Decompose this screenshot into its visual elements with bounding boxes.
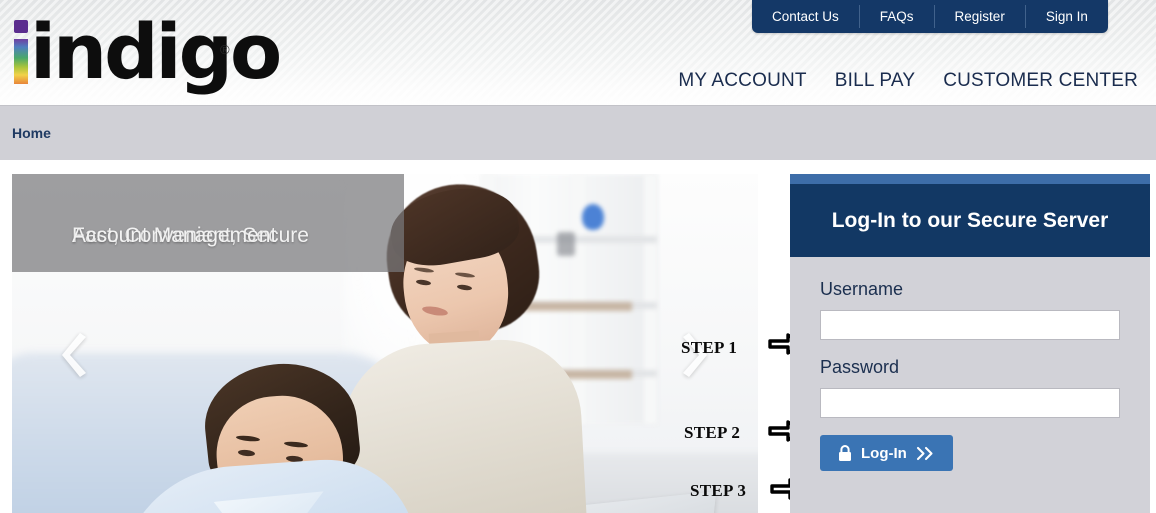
breadcrumb-item-home[interactable]: Home [12, 125, 51, 141]
annotation-step-2-label: STEP 2 [684, 423, 741, 442]
annotation-step-3-label: STEP 3 [690, 481, 747, 500]
username-label: Username [820, 279, 904, 299]
login-submit-button[interactable]: Log-In [820, 435, 953, 471]
login-panel-top-strip [790, 174, 1150, 184]
chevron-left-icon[interactable] [60, 332, 94, 378]
utility-nav-item-faqs[interactable]: FAQs [860, 0, 934, 33]
hero-caption: Fast, Convenient, Secure Account Managem… [12, 174, 404, 272]
photo-vase [582, 204, 604, 230]
lock-icon [838, 444, 852, 462]
utility-nav-item-contact-us[interactable]: Contact Us [752, 0, 859, 33]
login-panel: Log-In to our Secure Server Username Pas… [790, 174, 1150, 513]
annotation-step-1-label: STEP 1 [681, 338, 738, 357]
primary-nav-item-bill-pay[interactable]: BILL PAY [835, 70, 915, 92]
site-header: indigo ® Contact Us FAQs Register Sign I… [0, 0, 1156, 110]
brand-wordmark: indigo [30, 7, 282, 96]
breadcrumb-bar: Home [0, 105, 1156, 160]
main-content: Fast, Convenient, Secure Account Managem… [0, 160, 1156, 513]
login-panel-header: Log-In to our Secure Server [790, 184, 1150, 257]
hero-caption-line-2: Account Management [72, 224, 277, 247]
photo-jar [557, 232, 575, 256]
password-label: Password [820, 357, 900, 377]
primary-nav-item-my-account[interactable]: MY ACCOUNT [678, 70, 806, 92]
utility-nav-item-register[interactable]: Register [935, 0, 1025, 33]
logo-i-stem-icon [14, 39, 28, 84]
password-input[interactable] [820, 388, 1120, 418]
utility-nav: Contact Us FAQs Register Sign In [752, 0, 1108, 33]
primary-nav: MY ACCOUNT BILL PAY CUSTOMER CENTER [678, 70, 1138, 92]
hero-carousel[interactable]: Fast, Convenient, Secure Account Managem… [12, 174, 758, 513]
logo-i-dot-icon [14, 20, 28, 33]
registered-mark: ® [220, 42, 230, 57]
login-submit-label: Log-In [861, 444, 907, 462]
brand-logo[interactable]: indigo ® [10, 14, 282, 94]
photo-shelf-post [644, 174, 657, 424]
login-form: Username Password Log-In [790, 257, 1150, 471]
utility-nav-item-sign-in[interactable]: Sign In [1026, 0, 1108, 33]
primary-nav-item-customer-center[interactable]: CUSTOMER CENTER [943, 70, 1138, 92]
login-panel-title: Log-In to our Secure Server [831, 208, 1109, 232]
double-chevron-right-icon [916, 446, 935, 461]
username-input[interactable] [820, 310, 1120, 340]
